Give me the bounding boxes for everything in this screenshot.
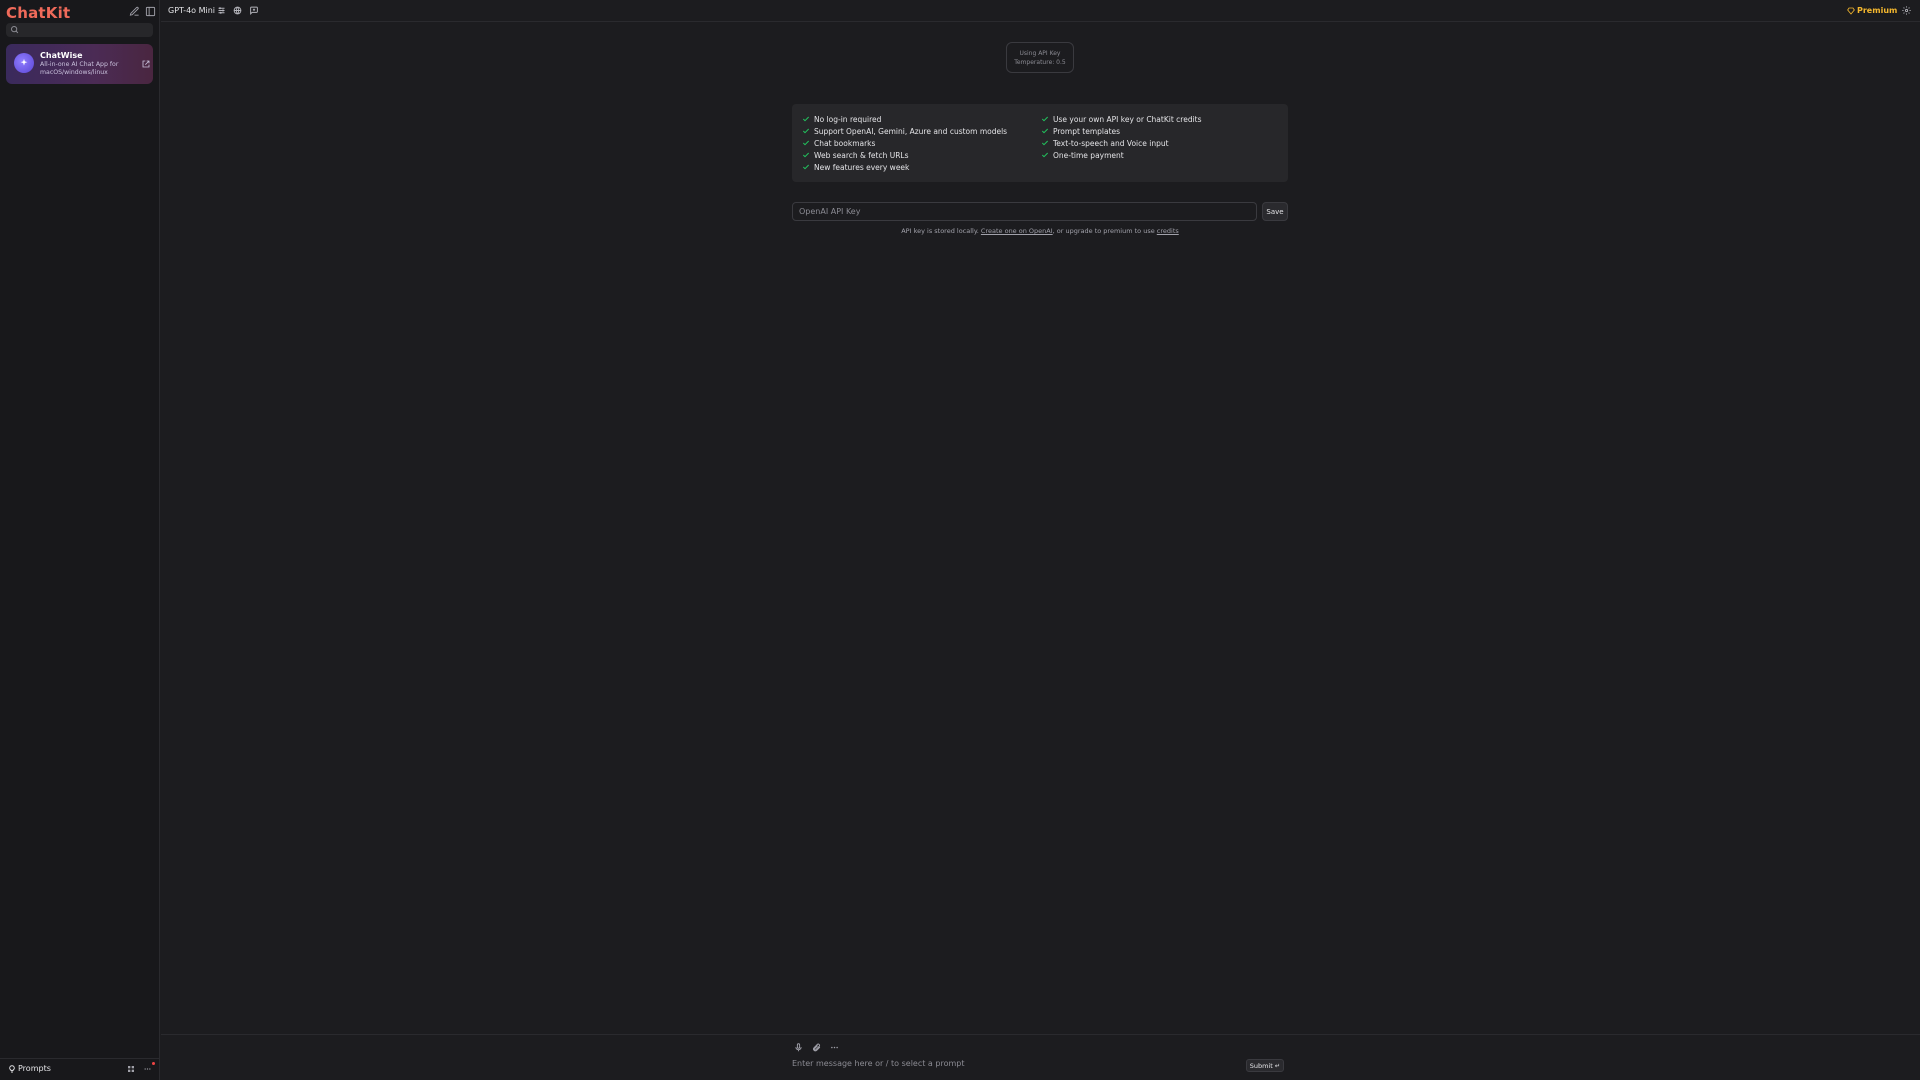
notification-dot: [152, 1062, 155, 1065]
search-box[interactable]: [6, 23, 153, 37]
feature-item: Support OpenAI, Gemini, Azure and custom…: [802, 125, 1007, 137]
app-logo: ChatKit: [6, 4, 71, 22]
new-chat-icon[interactable]: [129, 6, 141, 18]
new-chat-bubble-icon[interactable]: [249, 6, 259, 15]
check-icon: [1041, 127, 1049, 135]
message-composer: Submit ↵: [161, 1034, 1920, 1080]
features-right-column: Use your own API key or ChatKit credits …: [1041, 113, 1202, 161]
check-icon: [1041, 115, 1049, 123]
api-key-status: Using API Key: [1019, 50, 1061, 57]
top-bar: GPT-4o Mini Premium: [161, 0, 1920, 22]
feature-item: No log-in required: [802, 113, 1007, 125]
check-icon: [802, 139, 810, 147]
sidebar: ChatKit ChatWise All-in-one AI Chat App …: [0, 0, 160, 1080]
check-icon: [1041, 151, 1049, 159]
check-icon: [1041, 139, 1049, 147]
diamond-icon: [1847, 7, 1855, 15]
message-input[interactable]: [792, 1059, 1232, 1073]
api-key-note: API key is stored locally. Create one on…: [792, 227, 1288, 235]
premium-button[interactable]: Premium: [1847, 6, 1897, 15]
model-selector[interactable]: GPT-4o Mini: [168, 6, 215, 15]
temperature-status: Temperature: 0.5: [1014, 59, 1066, 66]
premium-label: Premium: [1857, 6, 1898, 15]
chatwise-promo-card[interactable]: ChatWise All-in-one AI Chat App for macO…: [6, 44, 153, 84]
promo-title: ChatWise: [40, 51, 83, 60]
search-icon: [10, 25, 19, 34]
toggle-sidebar-icon[interactable]: [145, 6, 157, 18]
credits-link[interactable]: credits: [1157, 227, 1179, 235]
api-key-input[interactable]: [792, 202, 1257, 221]
feature-item: New features every week: [802, 161, 1007, 173]
microphone-icon[interactable]: [794, 1043, 803, 1052]
more-icon[interactable]: [143, 1065, 152, 1073]
gear-icon[interactable]: [1902, 6, 1911, 15]
note-middle: , or upgrade to premium to use: [1052, 227, 1157, 235]
sidebar-footer: Prompts: [0, 1058, 159, 1080]
feature-item: Prompt templates: [1041, 125, 1202, 137]
api-key-status-badge: Using API Key Temperature: 0.5: [1006, 42, 1074, 73]
check-icon: [802, 127, 810, 135]
feature-item: One-time payment: [1041, 149, 1202, 161]
grid-icon[interactable]: [127, 1065, 135, 1073]
features-panel: No log-in required Support OpenAI, Gemin…: [792, 104, 1288, 182]
check-icon: [802, 151, 810, 159]
feature-item: Chat bookmarks: [802, 137, 1007, 149]
check-icon: [802, 115, 810, 123]
chatwise-logo-icon: [14, 53, 34, 73]
note-prefix: API key is stored locally.: [901, 227, 981, 235]
features-left-column: No log-in required Support OpenAI, Gemin…: [802, 113, 1007, 173]
feature-item: Text-to-speech and Voice input: [1041, 137, 1202, 149]
more-options-icon[interactable]: [830, 1043, 839, 1052]
submit-button[interactable]: Submit ↵: [1246, 1059, 1284, 1072]
create-on-openai-link[interactable]: Create one on OpenAI: [981, 227, 1053, 235]
feature-item: Use your own API key or ChatKit credits: [1041, 113, 1202, 125]
prompts-button[interactable]: Prompts: [8, 1064, 51, 1073]
attachment-icon[interactable]: [812, 1043, 821, 1052]
check-icon: [802, 163, 810, 171]
chat-settings-icon[interactable]: [217, 6, 226, 15]
prompts-label: Prompts: [18, 1064, 51, 1073]
promo-description: All-in-one AI Chat App for macOS/windows…: [40, 61, 119, 76]
feature-item: Web search & fetch URLs: [802, 149, 1007, 161]
external-link-icon: [142, 60, 150, 68]
save-button[interactable]: Save: [1262, 202, 1288, 221]
lightbulb-icon: [8, 1064, 16, 1073]
search-input[interactable]: [22, 23, 150, 37]
web-search-icon[interactable]: [233, 6, 242, 15]
